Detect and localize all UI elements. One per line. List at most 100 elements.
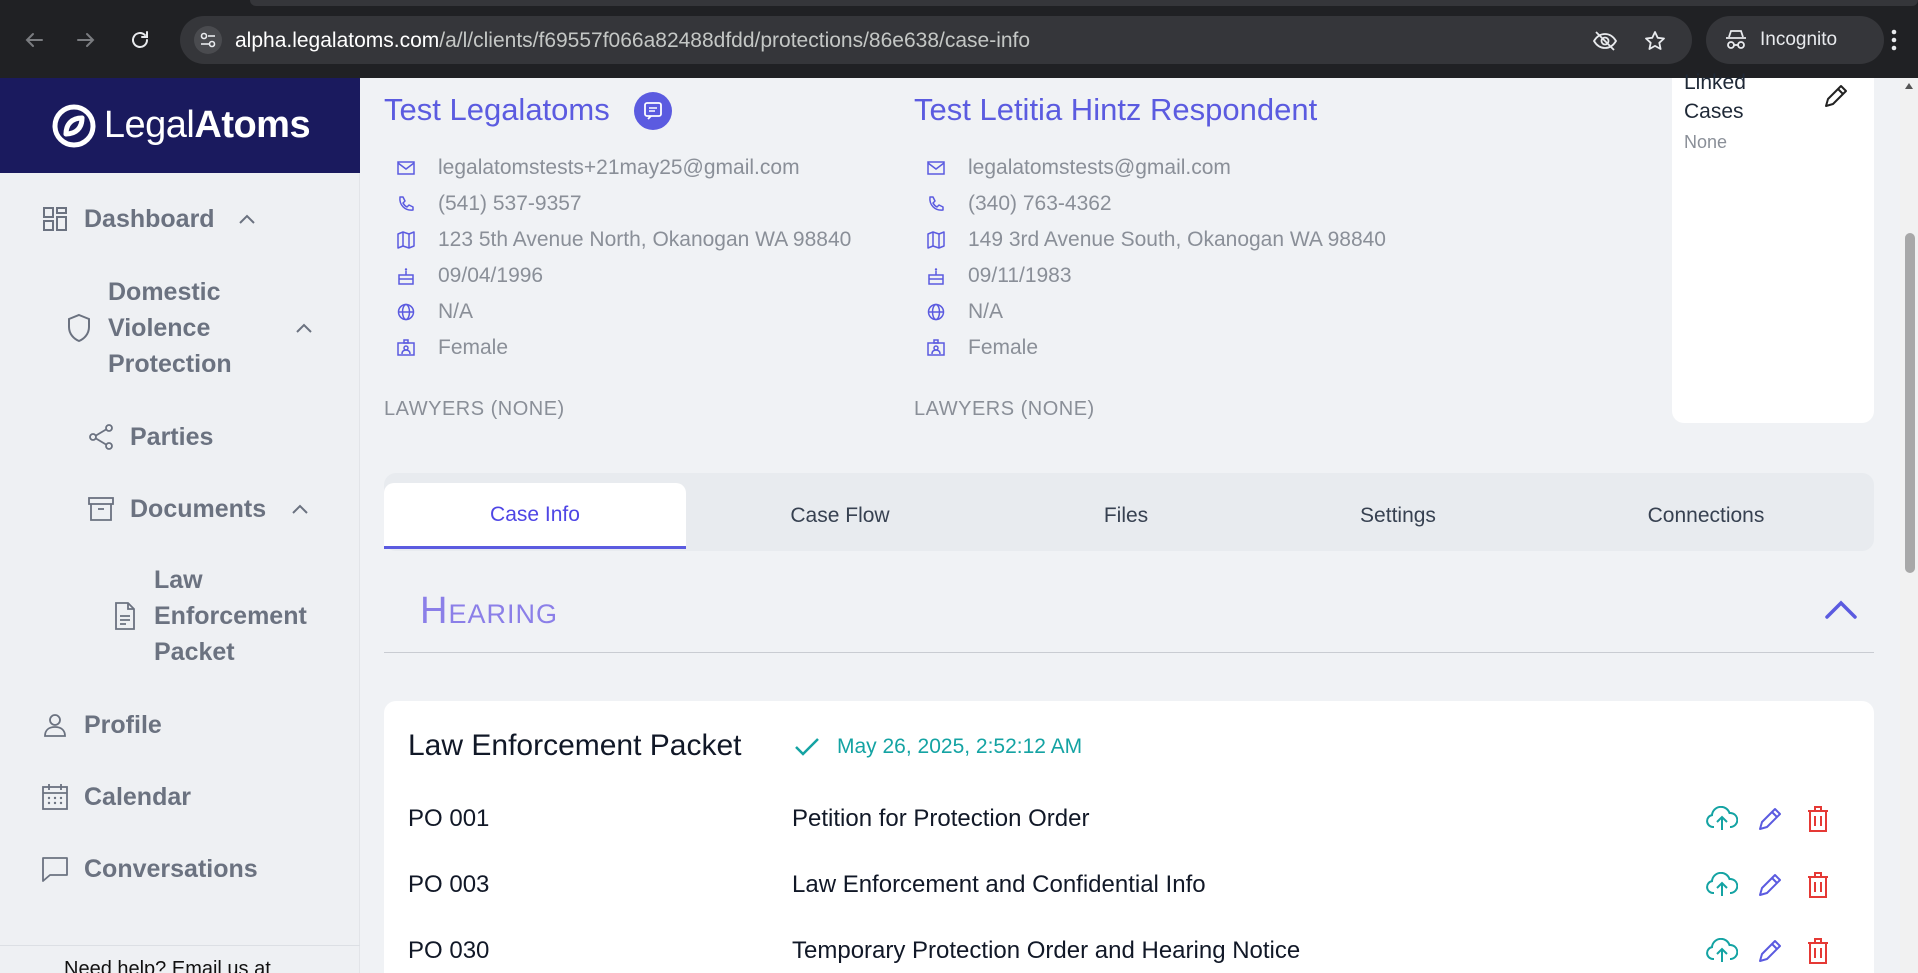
tab-connections[interactable]: Connections	[1538, 483, 1874, 549]
cloud-upload-icon	[1706, 938, 1738, 962]
reload-icon	[132, 31, 148, 48]
petitioner-gender: Female	[396, 336, 508, 360]
bookmark-star-icon[interactable]	[1642, 28, 1668, 54]
sidebar-item-calendar[interactable]: Calendar	[40, 782, 191, 812]
respondent-email: legalatomstests@gmail.com	[926, 156, 1231, 180]
incognito-indicator[interactable]: Incognito	[1706, 16, 1884, 64]
user-icon	[40, 710, 70, 740]
brand-name: LegalAtoms	[103, 104, 311, 146]
delete-button[interactable]	[1802, 935, 1834, 967]
upload-button[interactable]	[1706, 869, 1738, 901]
browser-chrome: alpha.legalatoms.com/a/l/clients/f69557f…	[0, 0, 1918, 78]
respondent-card: Test Letitia Hintz Respondent legalatoms…	[914, 92, 1386, 420]
petitioner-language: N/A	[396, 300, 473, 324]
sidebar-item-law-enforcement-packet[interactable]: Law Enforcement Packet	[110, 562, 307, 670]
main-content: Test Legalatoms legalatomstests+21may25@…	[360, 71, 1900, 973]
page-scrollbar[interactable]	[1900, 78, 1918, 973]
linked-cases-card: Linked Cases None	[1672, 71, 1874, 423]
doc-name[interactable]: Law Enforcement and Confidential Info	[792, 871, 1206, 899]
arrow-left-icon	[25, 33, 43, 47]
petitioner-name[interactable]: Test Legalatoms	[384, 92, 610, 128]
tab-settings[interactable]: Settings	[1258, 483, 1538, 549]
browser-menu-button[interactable]	[1878, 24, 1910, 56]
edit-button[interactable]	[1754, 935, 1786, 967]
upload-button[interactable]	[1706, 935, 1738, 967]
arrow-right-icon	[77, 33, 95, 47]
chevron-up-icon[interactable]	[235, 207, 259, 231]
petitioner-card: Test Legalatoms legalatomstests+21may25@…	[384, 92, 851, 420]
back-button[interactable]	[18, 24, 50, 56]
petitioner-address: 123 5th Avenue North, Okanogan WA 98840	[396, 228, 851, 252]
pencil-icon	[1759, 940, 1781, 962]
brand-logo[interactable]: LegalAtoms	[0, 78, 360, 173]
doc-name[interactable]: Petition for Protection Order	[792, 805, 1089, 833]
forward-button[interactable]	[70, 24, 102, 56]
chat-icon	[40, 854, 70, 884]
chevron-up-icon[interactable]	[292, 316, 316, 340]
message-button[interactable]	[634, 92, 672, 130]
scroll-thumb[interactable]	[1905, 233, 1915, 573]
table-row: PO 003 Law Enforcement and Confidential …	[384, 861, 1874, 911]
respondent-name[interactable]: Test Letitia Hintz Respondent	[914, 92, 1317, 128]
sidebar-item-label: Profile	[84, 710, 162, 739]
delete-button[interactable]	[1802, 869, 1834, 901]
tab-case-flow[interactable]: Case Flow	[686, 483, 994, 549]
edit-button[interactable]	[1754, 869, 1786, 901]
petitioner-phone: (541) 537-9357	[396, 192, 582, 216]
scroll-up-arrow-icon[interactable]	[1904, 82, 1914, 90]
share-nodes-icon	[86, 422, 116, 452]
law-enforcement-packet-card: Law Enforcement Packet May 26, 2025, 2:5…	[384, 701, 1874, 973]
sidebar-item-dashboard[interactable]: Dashboard	[40, 204, 259, 234]
collapse-section-button[interactable]	[1824, 598, 1858, 620]
sidebar-item-label: Calendar	[84, 782, 191, 811]
edit-linked-cases-button[interactable]	[1822, 82, 1850, 110]
linked-cases-title: Linked Cases	[1684, 71, 1746, 123]
respondent-phone: (340) 763-4362	[926, 192, 1112, 216]
doc-name[interactable]: Temporary Protection Order and Hearing N…	[792, 937, 1300, 965]
id-badge-icon	[396, 338, 416, 358]
chevron-up-icon[interactable]	[288, 497, 312, 521]
map-icon	[396, 230, 416, 250]
doc-code: PO 030	[408, 937, 490, 964]
sidebar-item-dv-protection[interactable]: Domestic Violence Protection	[64, 274, 316, 382]
petitioner-dob: 09/04/1996	[396, 264, 543, 288]
chevron-up-icon	[1825, 600, 1857, 619]
petitioner-lawyers: LAWYERS (NONE)	[384, 398, 565, 420]
sidebar-item-conversations[interactable]: Conversations	[40, 854, 258, 884]
respondent-dob: 09/11/1983	[926, 264, 1072, 288]
legalatoms-logo-icon	[52, 104, 96, 147]
respondent-gender: Female	[926, 336, 1038, 360]
cake-icon	[396, 266, 416, 286]
address-bar[interactable]: alpha.legalatoms.com/a/l/clients/f69557f…	[180, 16, 1692, 64]
sidebar-item-parties[interactable]: Parties	[86, 422, 213, 452]
phone-icon	[926, 194, 946, 214]
eye-slash-icon[interactable]	[1592, 28, 1618, 54]
table-row: PO 030 Temporary Protection Order and He…	[384, 927, 1874, 973]
sidebar-item-profile[interactable]: Profile	[40, 710, 162, 740]
respondent-language: N/A	[926, 300, 1003, 324]
case-tabs: Case Info Case Flow Files Settings Conne…	[384, 473, 1874, 551]
linked-cases-value: None	[1684, 132, 1728, 152]
cloud-upload-icon	[1706, 872, 1738, 896]
packet-date: May 26, 2025, 2:52:12 AM	[837, 735, 1083, 758]
petitioner-email: legalatomstests+21may25@gmail.com	[396, 156, 800, 180]
reload-button[interactable]	[124, 24, 156, 56]
globe-icon	[396, 302, 416, 322]
globe-icon	[926, 302, 946, 322]
sidebar-item-label: Documents	[130, 494, 267, 523]
incognito-label: Incognito	[1760, 29, 1838, 50]
site-info-icon[interactable]	[194, 26, 222, 54]
tab-files[interactable]: Files	[994, 483, 1258, 549]
respondent-address: 149 3rd Avenue South, Okanogan WA 98840	[926, 228, 1386, 252]
section-title: Hearing	[420, 590, 558, 632]
more-vert-icon	[1891, 29, 1897, 51]
trash-icon	[1808, 806, 1828, 832]
edit-button[interactable]	[1754, 803, 1786, 835]
upload-button[interactable]	[1706, 803, 1738, 835]
doc-code: PO 003	[408, 871, 490, 898]
delete-button[interactable]	[1802, 803, 1834, 835]
tab-case-info[interactable]: Case Info	[384, 483, 686, 549]
mail-icon	[396, 158, 416, 178]
sidebar-item-documents[interactable]: Documents	[86, 494, 312, 524]
shield-icon	[64, 313, 94, 343]
